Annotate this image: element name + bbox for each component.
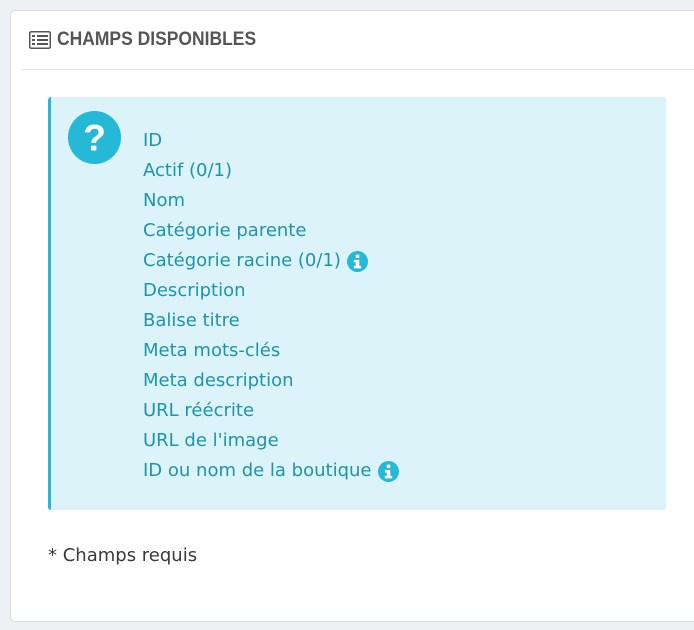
field-label: Catégorie parente bbox=[143, 220, 307, 241]
field-list: ID Actif (0/1) Nom Catégorie parente Catégor… bbox=[143, 126, 399, 486]
field-label: URL réécrite bbox=[143, 400, 255, 421]
info-alert: ? ID Actif (0/1) Nom Catégorie parente Catég… bbox=[48, 97, 666, 510]
field-item: URL de l'image bbox=[143, 426, 399, 456]
list-icon bbox=[29, 31, 51, 49]
field-label: Balise titre bbox=[143, 310, 240, 331]
field-label: Catégorie racine (0/1) bbox=[143, 250, 341, 271]
field-item: Meta mots-clés bbox=[143, 336, 399, 366]
required-fields-note: * Champs requis bbox=[48, 545, 198, 566]
panel-title: CHAMPS DISPONIBLES bbox=[57, 29, 257, 50]
field-item: ID ou nom de la boutique bbox=[143, 456, 399, 486]
field-label: Meta mots-clés bbox=[143, 340, 281, 361]
info-icon[interactable] bbox=[377, 460, 399, 482]
available-fields-panel: CHAMPS DISPONIBLES ? ID Actif (0/1) Nom Cat… bbox=[10, 10, 694, 622]
panel-header: CHAMPS DISPONIBLES bbox=[21, 11, 694, 70]
field-item: Catégorie parente bbox=[143, 216, 399, 246]
field-item: ID bbox=[143, 126, 399, 156]
field-label: Meta description bbox=[143, 370, 294, 391]
field-item: URL réécrite bbox=[143, 396, 399, 426]
field-label: Actif (0/1) bbox=[143, 160, 233, 181]
field-label: URL de l'image bbox=[143, 430, 279, 451]
field-label: Description bbox=[143, 280, 246, 301]
field-label: ID ou nom de la boutique bbox=[143, 460, 372, 481]
question-circle-icon: ? bbox=[67, 110, 122, 165]
field-item: Catégorie racine (0/1) bbox=[143, 246, 399, 276]
info-icon[interactable] bbox=[346, 250, 368, 272]
field-item: Actif (0/1) bbox=[143, 156, 399, 186]
field-label: ID bbox=[143, 130, 163, 151]
field-item: Description bbox=[143, 276, 399, 306]
svg-text:?: ? bbox=[83, 116, 106, 158]
field-label: Nom bbox=[143, 190, 186, 211]
field-item: Balise titre bbox=[143, 306, 399, 336]
field-item: Meta description bbox=[143, 366, 399, 396]
field-item: Nom bbox=[143, 186, 399, 216]
